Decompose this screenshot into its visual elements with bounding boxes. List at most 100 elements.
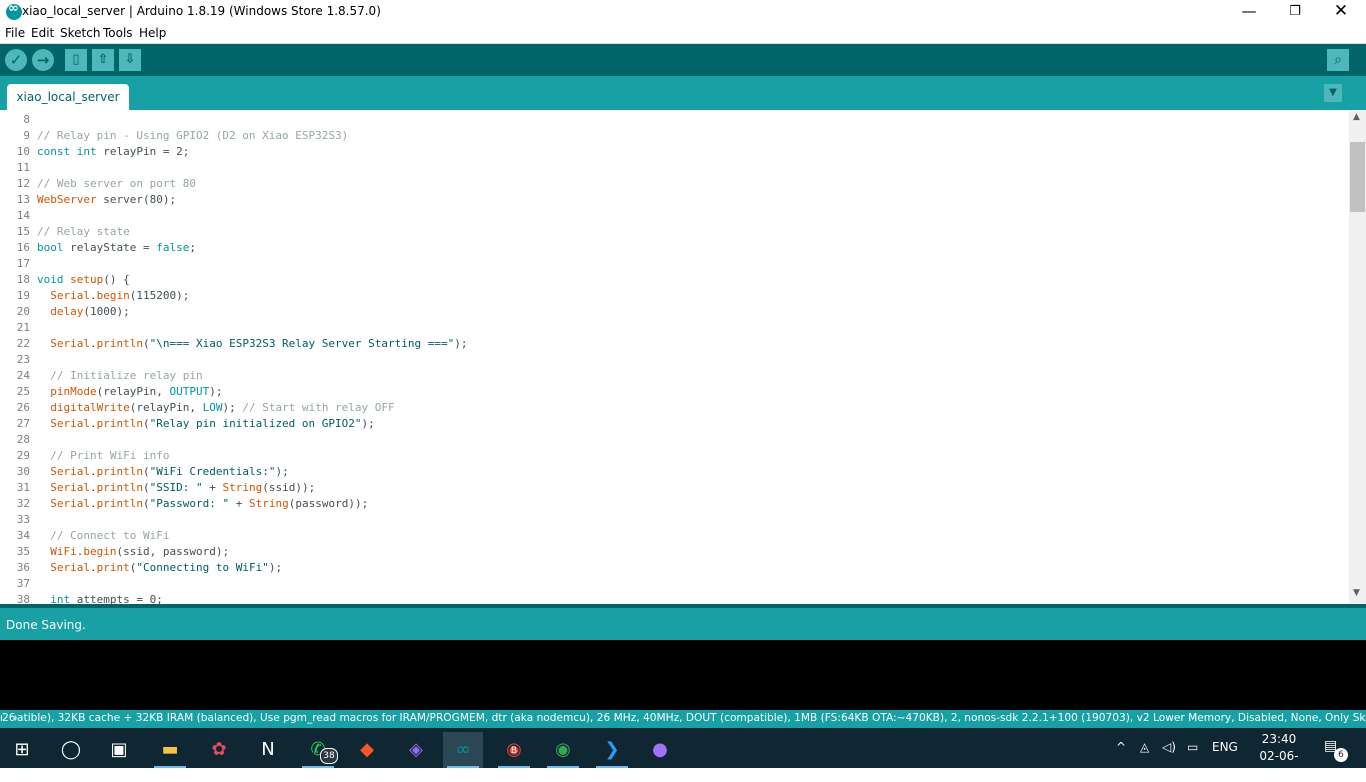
- menu-file[interactable]: File: [5, 26, 25, 40]
- line-number-gutter: 24: [16, 369, 30, 382]
- arduino-icon: ∞: [455, 739, 471, 760]
- code-text: // Initialize relay pin: [37, 369, 203, 382]
- line-number-gutter: 20: [16, 305, 30, 318]
- taskbar-whatsapp-icon[interactable]: ✆ 38: [298, 732, 338, 768]
- task-view-icon[interactable]: ▣: [99, 732, 139, 768]
- taskbar-github-icon[interactable]: ●: [640, 732, 680, 768]
- code-line[interactable]: 25 pinMode(relayPin, OUTPUT);: [0, 384, 1349, 400]
- scrollbar-thumb[interactable]: [1350, 142, 1365, 212]
- chrome-icon: ◉: [555, 739, 571, 760]
- line-number-gutter: 11: [16, 161, 30, 174]
- console-output[interactable]: [0, 640, 1366, 710]
- save-sketch-button[interactable]: ⇩: [119, 49, 141, 71]
- new-sketch-button[interactable]: ▯: [65, 49, 87, 71]
- code-text: WiFi.begin(ssid, password);: [50, 545, 230, 558]
- serial-monitor-button[interactable]: ⌕: [1327, 49, 1349, 71]
- chrome-profile-badge: B: [510, 746, 518, 756]
- board-info-bar: mpatible), 32KB cache + 32KB IRAM (balan…: [0, 710, 1366, 728]
- code-line[interactable]: 9 // Relay pin - Using GPIO2 (D2 on Xiao …: [0, 128, 1349, 144]
- maximize-button[interactable]: ❐: [1272, 0, 1318, 23]
- code-line[interactable]: 36 Serial.print("Connecting to WiFi");: [0, 560, 1349, 576]
- code-text: void setup() {: [37, 273, 130, 286]
- code-text: Serial.println("\n=== Xiao ESP32S3 Relay…: [50, 337, 468, 350]
- start-icon[interactable]: ⊞: [2, 732, 42, 768]
- menu-help[interactable]: Help: [139, 26, 166, 40]
- taskbar-brave-icon[interactable]: ◆: [347, 732, 387, 768]
- taskbar-chrome-icon[interactable]: ◉: [543, 732, 583, 768]
- code-line[interactable]: 8: [0, 112, 1349, 128]
- taskbar-file-explorer-icon[interactable]: ▬: [150, 732, 190, 768]
- code-line[interactable]: 26 digitalWrite(relayPin, LOW); // Start…: [0, 400, 1349, 416]
- code-text: delay(1000);: [50, 305, 130, 318]
- code-line[interactable]: 27 Serial.println("Relay pin initialized…: [0, 416, 1349, 432]
- line-number-gutter: 30: [16, 465, 30, 478]
- code-line[interactable]: 18 void setup() {: [0, 272, 1349, 288]
- line-number-gutter: 34: [16, 529, 30, 542]
- code-line[interactable]: 24 // Initialize relay pin: [0, 368, 1349, 384]
- code-text: // Print WiFi info: [37, 449, 170, 462]
- taskbar-arduino-icon[interactable]: ∞: [443, 732, 483, 768]
- taskbar-chrome-profile-icon[interactable]: ◉ B: [494, 732, 534, 768]
- scroll-down-icon[interactable]: ▼: [1353, 588, 1360, 598]
- code-line[interactable]: 14: [0, 208, 1349, 224]
- menu-edit[interactable]: Edit: [31, 26, 54, 40]
- taskbar-vscode-icon[interactable]: ❯: [592, 732, 632, 768]
- code-line[interactable]: 23: [0, 352, 1349, 368]
- code-line[interactable]: 29 // Print WiFi info: [0, 448, 1349, 464]
- tray-chevron-icon[interactable]: ^: [1116, 740, 1126, 754]
- code-line[interactable]: 10 const int relayPin = 2;: [0, 144, 1349, 160]
- line-number-gutter: 13: [16, 193, 30, 206]
- code-line[interactable]: 32 Serial.println("Password: " + String(…: [0, 496, 1349, 512]
- code-line[interactable]: 16 bool relayState = false;: [0, 240, 1349, 256]
- code-line[interactable]: 12 // Web server on port 80: [0, 176, 1349, 192]
- line-number-gutter: 29: [16, 449, 30, 462]
- code-line[interactable]: 37: [0, 576, 1349, 592]
- power-icon[interactable]: ▭: [1187, 740, 1198, 754]
- line-number-gutter: 37: [16, 577, 30, 590]
- taskbar-notion-icon[interactable]: N: [248, 732, 288, 768]
- taskbar-obsidian-icon[interactable]: ◈: [396, 732, 436, 768]
- menu-tools[interactable]: Tools: [103, 26, 133, 40]
- tab-menu-chevron-down-icon[interactable]: ▼: [1324, 84, 1342, 102]
- code-line[interactable]: 31 Serial.println("SSID: " + String(ssid…: [0, 480, 1349, 496]
- code-line[interactable]: 22 Serial.println("\n=== Xiao ESP32S3 Re…: [0, 336, 1349, 352]
- vscode-icon: ❯: [604, 739, 620, 760]
- search-icon[interactable]: ◯: [51, 732, 91, 768]
- network-icon[interactable]: ◬: [1140, 740, 1149, 754]
- code-line[interactable]: 34 // Connect to WiFi: [0, 528, 1349, 544]
- line-number-gutter: 38: [16, 593, 30, 604]
- upload-button[interactable]: →: [32, 49, 54, 71]
- line-number-gutter: 25: [16, 385, 30, 398]
- editor-scrollbar[interactable]: ▲ ▼: [1349, 110, 1366, 604]
- code-editor[interactable]: 8 9 // Relay pin - Using GPIO2 (D2 on Xiao…: [0, 110, 1349, 604]
- menu-sketch[interactable]: Sketch: [60, 26, 100, 40]
- language-indicator[interactable]: ENG: [1212, 740, 1238, 754]
- verify-button[interactable]: ✓: [5, 49, 27, 71]
- code-line[interactable]: 17: [0, 256, 1349, 272]
- line-number-gutter: 12: [16, 177, 30, 190]
- clock[interactable]: 23:40 02-06-2025: [1254, 731, 1304, 782]
- clock-date: 02-06-2025: [1259, 749, 1299, 780]
- line-number: 26: [2, 712, 16, 724]
- code-line[interactable]: 30 Serial.println("WiFi Credentials:");: [0, 464, 1349, 480]
- line-number-gutter: 8: [23, 113, 30, 126]
- line-number-gutter: 9: [23, 129, 30, 142]
- code-line[interactable]: 21: [0, 320, 1349, 336]
- close-button[interactable]: ✕: [1318, 0, 1364, 23]
- scroll-up-icon[interactable]: ▲: [1353, 112, 1360, 122]
- code-line[interactable]: 28: [0, 432, 1349, 448]
- code-line[interactable]: 20 delay(1000);: [0, 304, 1349, 320]
- code-line[interactable]: 13 WebServer server(80);: [0, 192, 1349, 208]
- code-line[interactable]: 15 // Relay state: [0, 224, 1349, 240]
- tab-xiao-local-server[interactable]: xiao_local_server: [7, 84, 129, 110]
- code-line[interactable]: 19 Serial.begin(115200);: [0, 288, 1349, 304]
- line-number-gutter: 32: [16, 497, 30, 510]
- open-sketch-button[interactable]: ⇧: [92, 49, 114, 71]
- code-line[interactable]: 11: [0, 160, 1349, 176]
- taskbar-paint-icon[interactable]: ✿: [199, 732, 239, 768]
- minimize-button[interactable]: —: [1226, 0, 1272, 23]
- code-line[interactable]: 38 int attempts = 0;: [0, 592, 1349, 604]
- volume-icon[interactable]: ◁): [1162, 740, 1176, 754]
- code-line[interactable]: 33: [0, 512, 1349, 528]
- code-line[interactable]: 35 WiFi.begin(ssid, password);: [0, 544, 1349, 560]
